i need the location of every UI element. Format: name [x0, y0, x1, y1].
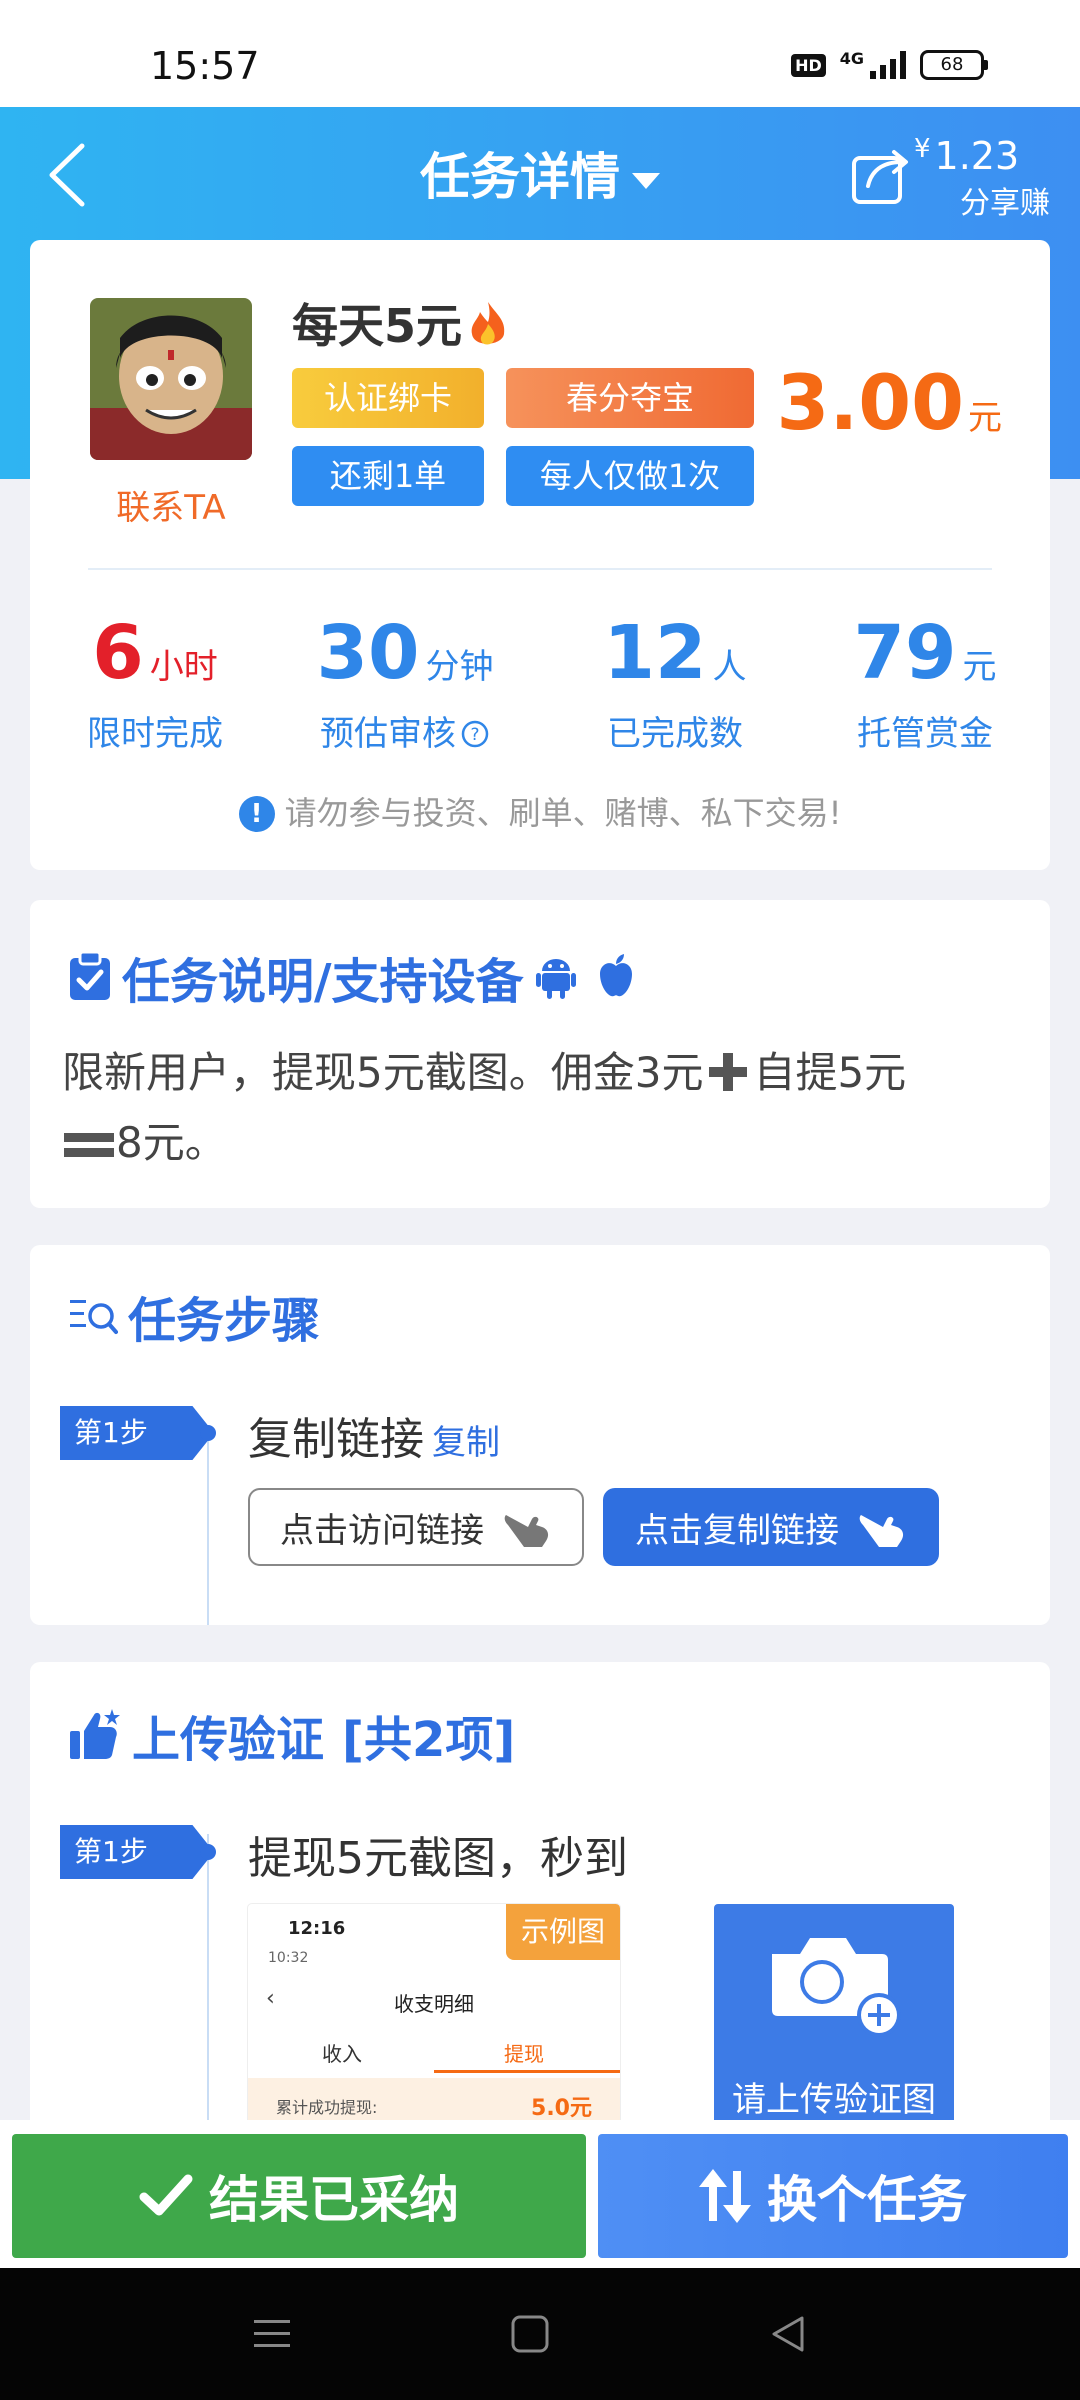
upload-title: 上传验证 [共2项]	[68, 1700, 515, 1770]
tag-once-per-person: 每人仅做1次	[506, 446, 754, 506]
task-price: 3.00 元	[776, 358, 1002, 447]
timeline-line	[207, 1834, 209, 2132]
network-type: 4G	[839, 48, 864, 68]
step-badge: 第1步	[60, 1825, 214, 1879]
example-badge: 示例图	[506, 1904, 620, 1960]
timeline-line	[207, 1435, 209, 1625]
share-amount: ¥1.23	[914, 134, 1020, 178]
status-icons: HD 4G 68	[791, 48, 988, 80]
upload-image-button[interactable]: 请上传验证图	[714, 1904, 954, 2132]
task-steps-card: 任务步骤 第1步 复制链接 复制 点击访问链接 点击复制链接	[30, 1245, 1050, 1625]
menu-icon[interactable]	[250, 2312, 294, 2356]
steps-title: 任务步骤	[68, 1281, 320, 1351]
timeline-dot	[200, 1425, 216, 1441]
step-badge: 第1步	[60, 1406, 214, 1460]
hand-tap-icon	[504, 1515, 549, 1547]
stat-escrow-reward: 79 元 托管赏金	[853, 610, 997, 754]
list-search-icon	[70, 1300, 118, 1334]
page-title-text: 任务详情	[420, 148, 620, 206]
system-nav-bar	[0, 2268, 1080, 2400]
description-text: 限新用户，提现5元截图。佣金3元 自提5元 8元。	[62, 1048, 907, 1167]
plus-icon	[709, 1053, 748, 1091]
stat-time-limit: 6 小时 限时完成	[87, 610, 223, 754]
step-text: 复制链接 复制	[248, 1414, 500, 1465]
thumbs-up-icon	[70, 1709, 120, 1759]
example-image[interactable]: 12:16 10:32 示例图 ‹ 收支明细 收入 提现 累计成功提现: 5.0…	[248, 1904, 620, 2132]
help-icon[interactable]: ?	[460, 719, 490, 749]
task-description-card: 任务说明/支持设备 限新用户，提现5元截图。佣金3元 自提5元 8元。	[30, 900, 1050, 1208]
clipboard-check-icon	[70, 952, 110, 1000]
hand-tap-icon	[859, 1515, 904, 1547]
signal-icon	[870, 51, 906, 79]
share-icon	[852, 150, 908, 204]
battery-level: 68	[920, 50, 984, 80]
check-icon	[139, 2174, 193, 2216]
back-nav-icon[interactable]	[766, 2312, 810, 2356]
divider	[88, 568, 992, 570]
android-icon	[535, 959, 576, 999]
copy-link-button[interactable]: 点击复制链接	[603, 1488, 939, 1566]
swap-icon	[699, 2169, 751, 2223]
hd-icon: HD	[791, 53, 826, 77]
tag-verify-card: 认证绑卡	[292, 368, 484, 428]
switch-task-button[interactable]: 换个任务	[598, 2134, 1068, 2258]
share-earn-button[interactable]: ¥1.23 分享赚	[850, 134, 1050, 221]
upload-verification-card: 上传验证 [共2项] 第1步 提现5元截图，秒到 12:16 10:32 示例图 …	[30, 1662, 1050, 2132]
svg-text:?: ?	[470, 725, 479, 745]
avatar[interactable]	[90, 298, 252, 460]
exclamation-icon: !	[238, 796, 275, 832]
contact-button[interactable]: 联系TA	[78, 480, 264, 529]
description-title: 任务说明/支持设备	[68, 942, 646, 1012]
copy-link[interactable]: 复制	[432, 1423, 500, 1463]
camera-plus-icon	[772, 1938, 901, 2037]
equals-icon	[64, 1133, 114, 1157]
tag-remaining: 还剩1单	[292, 446, 484, 506]
status-bar: 15:57 HD 4G 68	[0, 0, 1080, 107]
task-name: 每天5元	[292, 290, 508, 356]
stat-review-time: 30 分钟 预估审核?	[316, 610, 494, 754]
stat-completed-count: 12 人 已完成数	[603, 610, 747, 754]
caret-down-icon	[632, 172, 660, 189]
share-label: 分享赚	[960, 186, 1050, 221]
timeline-dot	[200, 1844, 216, 1860]
status-time: 15:57	[150, 44, 260, 88]
tag-spring-treasure: 春分夺宝	[506, 368, 754, 428]
bottom-action-bar: 结果已采纳 换个任务	[0, 2120, 1080, 2268]
battery-icon: 68	[920, 50, 988, 80]
visit-link-button[interactable]: 点击访问链接	[248, 1488, 584, 1566]
home-icon[interactable]	[508, 2312, 552, 2356]
task-info-card: 联系TA 每天5元 认证绑卡 春分夺宝 还剩1单 每人仅做1次 3.00 元 6小…	[30, 240, 1050, 870]
warning-notice: ! 请勿参与投资、刷单、赌博、私下交易!	[30, 788, 1050, 834]
step-text: 提现5元截图，秒到	[248, 1833, 628, 1884]
fire-icon	[471, 302, 505, 345]
apple-icon	[599, 954, 632, 997]
result-accepted-button[interactable]: 结果已采纳	[12, 2134, 586, 2258]
